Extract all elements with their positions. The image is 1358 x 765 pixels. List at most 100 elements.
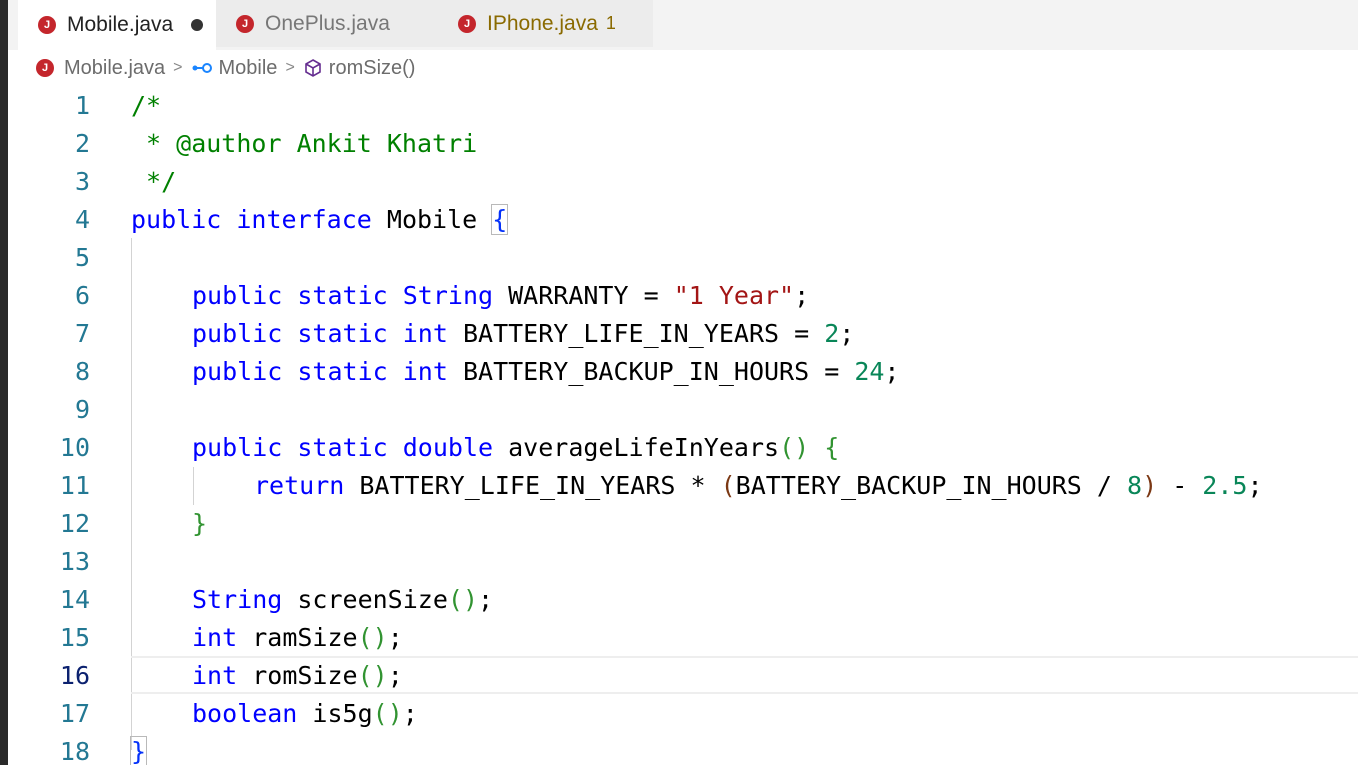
keyword: return [254, 470, 345, 500]
punctuation: ; [387, 660, 403, 690]
code-line[interactable]: 7 public static int BATTERY_LIFE_IN_YEAR… [0, 314, 1358, 352]
tab-label: OnePlus.java [265, 11, 390, 35]
keyword: public [192, 432, 283, 462]
keyword: public [192, 318, 283, 348]
code-line[interactable]: 1 /* [0, 86, 1358, 124]
line-number: 3 [74, 166, 90, 196]
code-line[interactable]: 15 int ramSize(); [0, 618, 1358, 656]
editor-tab-bar: J Mobile.java J OnePlus.java J IPhone.ja… [8, 0, 1358, 50]
bracket: { [491, 203, 509, 235]
code-line[interactable]: 4 public interface Mobile { [0, 200, 1358, 238]
operator: = [809, 356, 855, 386]
type: int [192, 622, 238, 652]
keyword: interface [236, 204, 372, 234]
line-number: 4 [74, 204, 90, 234]
method-name: averageLifeInYears [508, 432, 780, 462]
tab-label: IPhone.java [487, 11, 598, 35]
keyword: public [192, 356, 283, 386]
bracket: } [192, 508, 208, 538]
number-literal: 8 [1127, 470, 1143, 500]
code-line[interactable]: 5 [0, 238, 1358, 276]
keyword: static [297, 280, 388, 310]
code-line[interactable]: 18 } [0, 732, 1358, 765]
number-literal: 2.5 [1202, 470, 1248, 500]
breadcrumb-method[interactable]: romSize() [329, 57, 416, 80]
line-number: 1 [74, 90, 90, 120]
punctuation: ; [387, 622, 403, 652]
punctuation: ; [839, 318, 855, 348]
code-line[interactable]: 6 public static String WARRANTY = "1 Yea… [0, 276, 1358, 314]
code-line[interactable]: 17 boolean is5g(); [0, 694, 1358, 732]
bracket: () [779, 432, 810, 462]
current-line-highlight[interactable]: 16 int romSize(); [60, 656, 1358, 694]
type: boolean [192, 698, 298, 728]
breadcrumb-file[interactable]: Mobile.java [64, 57, 165, 80]
java-file-icon: J [38, 16, 56, 34]
keyword: static [297, 432, 388, 462]
line-number: 18 [59, 736, 90, 765]
operator: - [1157, 470, 1203, 500]
method-name: romSize [252, 660, 358, 690]
interface-icon [191, 62, 213, 74]
punctuation: ; [402, 698, 418, 728]
java-file-icon: J [36, 59, 54, 77]
code-line[interactable]: 2 * @author Ankit Khatri [0, 124, 1358, 162]
code-line[interactable]: 3 */ [0, 162, 1358, 200]
type: String [192, 584, 283, 614]
line-number: 12 [59, 508, 90, 538]
keyword: public [192, 280, 283, 310]
line-number: 17 [59, 698, 90, 728]
code-line[interactable]: 11 return BATTERY_LIFE_IN_YEARS * (BATTE… [0, 466, 1358, 504]
bracket: () [447, 584, 478, 614]
method-cube-icon [303, 58, 323, 78]
operator: = [779, 318, 825, 348]
identifier: WARRANTY [508, 280, 629, 310]
tab-iphone-java[interactable]: J IPhone.java 1 [438, 0, 653, 47]
operator: / [1081, 470, 1128, 500]
operator: = [628, 280, 674, 310]
type: double [402, 432, 494, 462]
code-editor[interactable]: 1 /* 2 * @author Ankit Khatri 3 */ 4 pub… [0, 86, 1358, 765]
code-line[interactable]: 9 [0, 390, 1358, 428]
java-file-icon: J [458, 14, 476, 33]
chevron-right-icon: > [173, 59, 183, 76]
string-literal: "1 Year" [673, 280, 795, 310]
comment: * @author Ankit Khatri [131, 128, 478, 158]
line-number: 14 [59, 584, 90, 614]
code-line[interactable]: 12 } [0, 504, 1358, 542]
identifier: BATTERY_BACKUP_IN_HOURS [735, 470, 1082, 500]
tab-mobile-java[interactable]: J Mobile.java [18, 0, 216, 50]
punctuation: ; [794, 280, 810, 310]
breadcrumb-interface[interactable]: Mobile [219, 57, 278, 80]
code-line[interactable]: 10 public static double averageLifeInYea… [0, 428, 1358, 466]
identifier: BATTERY_LIFE_IN_YEARS [359, 470, 676, 500]
unsaved-dot-icon[interactable] [191, 19, 204, 31]
type: int [402, 356, 448, 386]
bracket: } [129, 735, 148, 765]
comment: /* [131, 90, 162, 120]
comment: */ [131, 166, 177, 196]
number-literal: 24 [854, 356, 885, 386]
code-line[interactable]: 13 [0, 542, 1358, 580]
code-line[interactable]: 14 String screenSize(); [0, 580, 1358, 618]
line-number: 5 [74, 242, 90, 272]
code-line[interactable]: 8 public static int BATTERY_BACKUP_IN_HO… [0, 352, 1358, 390]
punctuation: ; [1247, 470, 1263, 500]
keyword: static [297, 356, 388, 386]
identifier: BATTERY_LIFE_IN_YEARS [462, 318, 780, 348]
line-number: 10 [59, 432, 90, 462]
bracket: ( [720, 470, 736, 500]
line-number: 6 [74, 280, 90, 310]
punctuation: ; [884, 356, 900, 386]
punctuation: ; [478, 584, 494, 614]
bracket: ) [1142, 470, 1158, 500]
type: String [402, 280, 494, 310]
tab-oneplus-java[interactable]: J OnePlus.java [216, 0, 438, 47]
line-number: 9 [74, 394, 90, 424]
type: int [402, 318, 448, 348]
chevron-right-icon: > [285, 59, 295, 76]
breadcrumb: J Mobile.java > Mobile > romSize() [36, 53, 415, 83]
bracket: () [372, 698, 403, 728]
line-number: 2 [74, 128, 90, 158]
number-literal: 2 [824, 318, 840, 348]
